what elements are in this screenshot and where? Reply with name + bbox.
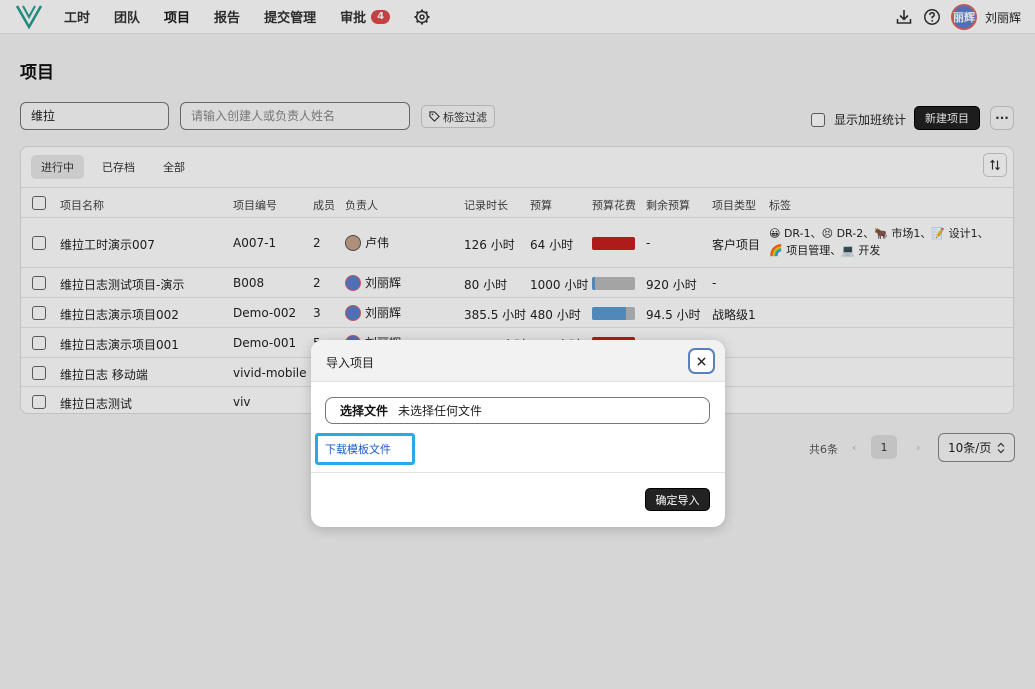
dialog-title: 导入项目 — [326, 356, 375, 370]
dialog-header: 导入项目 — [311, 340, 725, 382]
close-icon — [697, 356, 706, 366]
download-template-link[interactable]: 下载模板文件 — [315, 433, 415, 465]
import-project-dialog: 导入项目 选择文件 未选择任何文件 下载模板文件 确定导入 — [311, 340, 725, 527]
confirm-import-button[interactable]: 确定导入 — [645, 488, 710, 511]
file-input[interactable]: 选择文件 未选择任何文件 — [325, 397, 710, 424]
dialog-divider — [311, 472, 725, 473]
choose-file-button[interactable]: 选择文件 — [340, 402, 388, 419]
file-status-text: 未选择任何文件 — [398, 404, 483, 418]
close-button[interactable] — [688, 348, 715, 374]
